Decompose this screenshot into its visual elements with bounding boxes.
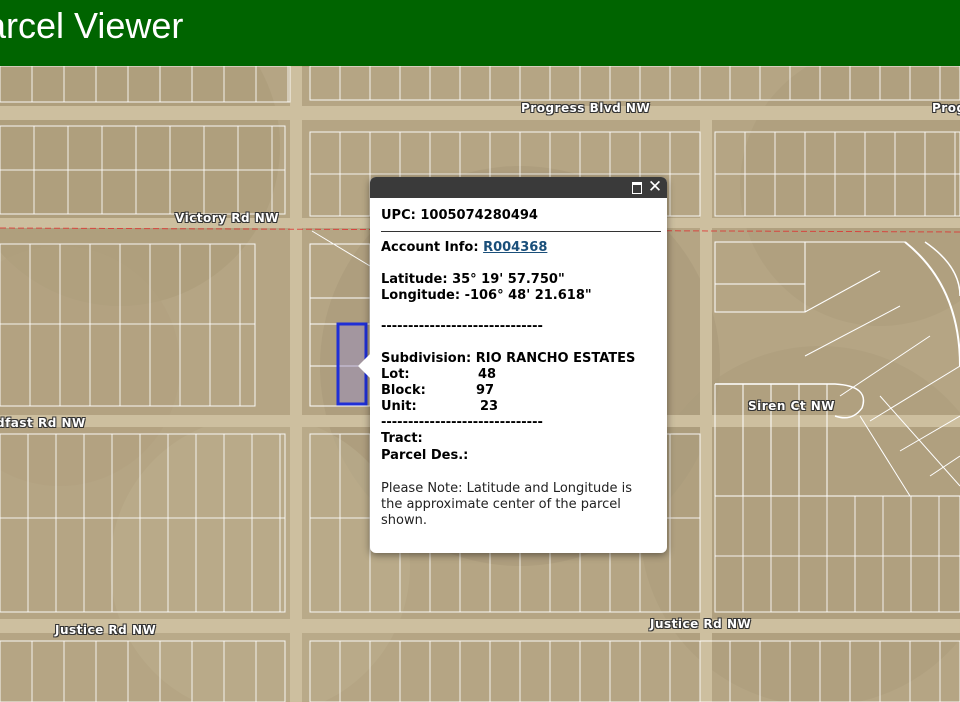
terrain-patch — [110, 416, 410, 702]
longitude-row: Longitude: -106° 48' 21.618" — [381, 288, 592, 304]
subdivision-value: RIO RANCHO ESTATES — [475, 351, 636, 366]
street-label-belfast-rd: dfast Rd NW — [0, 416, 86, 430]
road-band — [290, 66, 302, 702]
account-link[interactable]: R004368 — [483, 240, 547, 255]
unit-label: Unit: — [381, 399, 417, 414]
street-label-progress-blvd: Progress Blvd NW — [521, 101, 651, 115]
upc-label: UPC: — [381, 208, 416, 223]
road-band — [700, 116, 712, 702]
longitude-label: Longitude: — [381, 288, 461, 303]
street-label-progress-edge: Prog — [932, 101, 960, 115]
block-label: Block: — [381, 383, 426, 398]
parcel-info-popup: ✕ UPC: 1005074280494 Account Info: R0043… — [358, 177, 667, 553]
road-band — [0, 106, 960, 120]
popup-note: Please Note: Latitude and Longitude is t… — [381, 481, 633, 528]
account-label: Account Info: — [381, 240, 479, 255]
block-value: 97 — [476, 383, 495, 398]
subdivision-row: Subdivision: RIO RANCHO ESTATES — [381, 351, 635, 367]
street-label-justice-rd-left: Justice Rd NW — [55, 623, 157, 637]
unit-row: Unit: 23 — [381, 399, 498, 415]
unit-value: 23 — [480, 399, 499, 414]
latitude-row: Latitude: 35° 19' 57.750" — [381, 272, 565, 288]
street-label-justice-rd-right: Justice Rd NW — [650, 617, 752, 631]
lot-row: Lot: 48 — [381, 367, 496, 383]
upc-row: UPC: 1005074280494 — [381, 208, 538, 224]
dash-separator-2: ------------------------------ — [381, 415, 543, 430]
account-row: Account Info: R004368 — [381, 240, 547, 256]
app-header: arcel Viewer — [0, 0, 960, 66]
street-label-victory-rd: Victory Rd NW — [175, 211, 279, 225]
maximize-icon[interactable] — [631, 181, 643, 194]
popup-divider — [381, 231, 661, 232]
tract-label: Tract: — [381, 431, 423, 446]
lot-label: Lot: — [381, 367, 410, 382]
latitude-value: 35° 19' 57.750" — [452, 272, 565, 287]
street-label-siren-ct: Siren Ct NW — [748, 399, 836, 413]
popup-pointer — [358, 353, 371, 379]
app-title: arcel Viewer — [0, 5, 184, 46]
longitude-value: -106° 48' 21.618" — [464, 288, 592, 303]
upc-value: 1005074280494 — [420, 208, 538, 223]
dash-separator-1: ------------------------------ — [381, 319, 543, 334]
parcel-des-label: Parcel Des.: — [381, 448, 469, 463]
close-icon[interactable]: ✕ — [647, 177, 663, 197]
latitude-label: Latitude: — [381, 272, 448, 287]
subdivision-label: Subdivision: — [381, 351, 472, 366]
popup-titlebar: ✕ — [370, 177, 667, 198]
block-row: Block: 97 — [381, 383, 494, 399]
lot-value: 48 — [478, 367, 497, 382]
